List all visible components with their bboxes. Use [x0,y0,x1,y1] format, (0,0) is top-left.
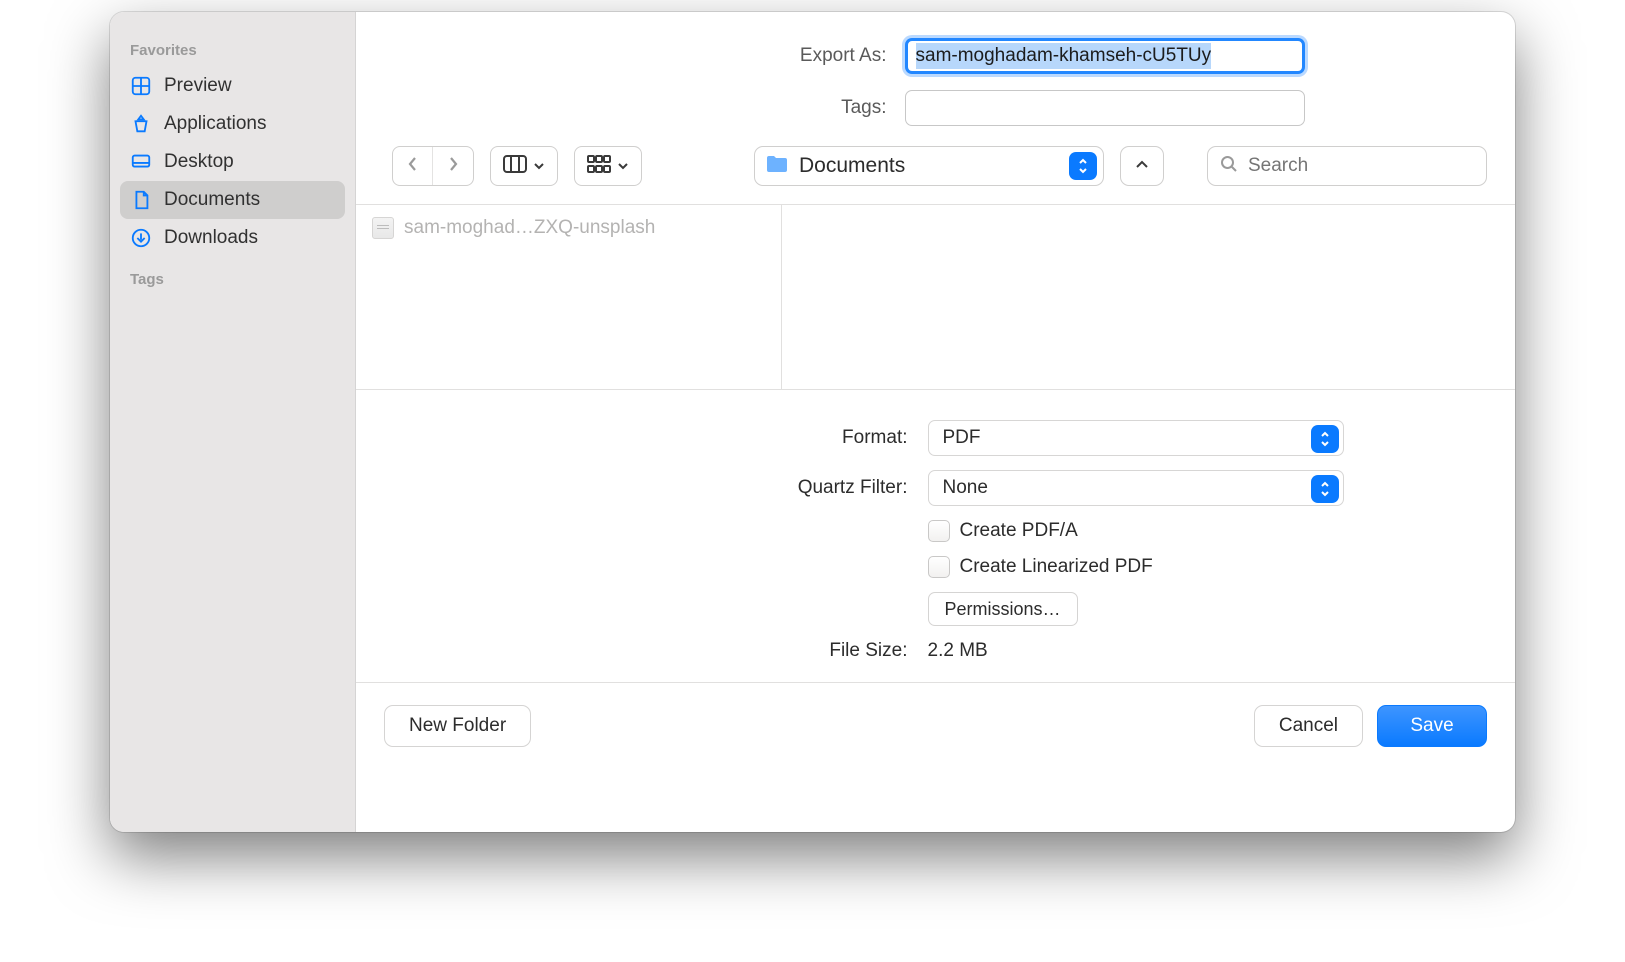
columns-icon [503,155,527,178]
create-pdfa-checkbox[interactable] [928,520,950,542]
chevron-up-icon [1135,157,1149,175]
sidebar-item-label: Desktop [164,151,234,173]
sidebar-item-applications[interactable]: Applications [120,105,345,143]
create-pdfa-row[interactable]: Create PDF/A [928,520,1348,542]
file-icon [372,217,394,239]
document-icon [130,189,152,211]
main-panel: Export As: sam-moghadam-khamseh-cU5TUy T… [356,12,1515,832]
folder-icon [765,154,789,179]
format-value: PDF [943,427,981,449]
tags-label: Tags: [547,97,887,119]
sidebar-item-label: Documents [164,189,260,211]
nav-back-forward [392,146,474,186]
tags-input[interactable] [905,90,1305,126]
permissions-button[interactable]: Permissions… [928,592,1078,626]
file-item[interactable]: sam-moghad…ZXQ-unsplash [356,211,781,245]
create-linearized-row[interactable]: Create Linearized PDF [928,556,1348,578]
location-popup[interactable]: Documents [754,146,1104,186]
sidebar-heading-favorites: Favorites [120,28,345,67]
export-as-value: sam-moghadam-khamseh-cU5TUy [916,43,1212,69]
updown-icon [1069,152,1097,180]
search-field[interactable] [1207,146,1487,186]
permissions-label: Permissions… [945,599,1061,620]
updown-icon [1311,425,1339,453]
sidebar-item-label: Preview [164,75,232,97]
file-browser: sam-moghad…ZXQ-unsplash [356,204,1515,390]
export-form: Export As: sam-moghadam-khamseh-cU5TUy T… [356,12,1515,140]
format-popup[interactable]: PDF [928,420,1344,456]
format-label: Format: [524,427,908,449]
location-label: Documents [799,154,1059,178]
new-folder-button[interactable]: New Folder [384,705,531,747]
export-as-label: Export As: [547,45,887,67]
finder-toolbar: Documents [356,140,1515,204]
chevron-down-icon [533,157,545,175]
sidebar-item-downloads[interactable]: Downloads [120,219,345,257]
group-icon [587,155,611,178]
cancel-button[interactable]: Cancel [1254,705,1363,747]
create-linearized-checkbox[interactable] [928,556,950,578]
forward-button[interactable] [433,147,473,185]
view-group-button[interactable] [574,146,642,186]
sidebar-item-label: Applications [164,113,266,135]
quartz-filter-popup[interactable]: None [928,470,1344,506]
create-linearized-label: Create Linearized PDF [960,556,1153,578]
sidebar-heading-tags: Tags [120,257,345,296]
chevron-down-icon [617,157,629,175]
back-button[interactable] [393,147,433,185]
create-pdfa-label: Create PDF/A [960,520,1078,542]
sidebar: Favorites Preview Applications Desktop D… [110,12,356,832]
grid-icon [130,75,152,97]
browser-column-1[interactable]: sam-moghad…ZXQ-unsplash [356,205,782,389]
dialog-footer: New Folder Cancel Save [356,683,1515,771]
view-columns-button[interactable] [490,146,558,186]
save-button[interactable]: Save [1377,705,1487,747]
file-size-label: File Size: [524,640,908,662]
search-icon [1220,155,1238,178]
search-input[interactable] [1248,155,1474,177]
sidebar-item-label: Downloads [164,227,258,249]
collapse-button[interactable] [1120,146,1164,186]
sidebar-item-documents[interactable]: Documents [120,181,345,219]
sidebar-item-preview[interactable]: Preview [120,67,345,105]
quartz-filter-value: None [943,477,988,499]
export-options: Format: PDF Quartz Filter: None Create P… [356,390,1515,683]
updown-icon [1311,475,1339,503]
file-name: sam-moghad…ZXQ-unsplash [404,217,655,239]
download-icon [130,227,152,249]
browser-column-2[interactable] [782,205,1515,389]
quartz-filter-label: Quartz Filter: [524,477,908,499]
export-dialog: Favorites Preview Applications Desktop D… [110,12,1515,832]
chevron-right-icon [447,155,459,178]
desktop-icon [130,151,152,173]
chevron-left-icon [407,155,419,178]
apps-icon [130,113,152,135]
sidebar-item-desktop[interactable]: Desktop [120,143,345,181]
file-size-value: 2.2 MB [928,640,1348,662]
export-as-input[interactable]: sam-moghadam-khamseh-cU5TUy [905,38,1305,74]
